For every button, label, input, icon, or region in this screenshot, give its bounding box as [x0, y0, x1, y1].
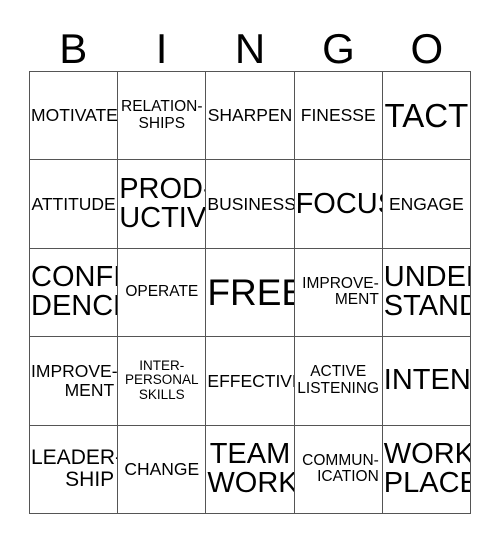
bingo-cell-label: INTENT — [383, 364, 471, 397]
bingo-cell[interactable]: INTER- PERSONAL SKILLS — [118, 337, 207, 426]
bingo-cell-label: IMPROVE- MENT — [302, 274, 379, 309]
bingo-cell[interactable]: PROD- UCTIVE — [118, 160, 207, 249]
bingo-cell-label: TACT — [384, 97, 469, 135]
bingo-cell[interactable]: CONFI- DENCE — [30, 248, 119, 338]
bingo-cell-label: CHANGE — [124, 459, 200, 480]
bingo-cell-label: EFFECTIVE — [207, 370, 295, 391]
bingo-cell[interactable]: SHARPEN — [206, 72, 295, 161]
bingo-card: B I N G O MOTIVATE RELATION- SHIPS SHARP… — [0, 0, 500, 544]
bingo-cell-label: ATTITUDE — [31, 193, 116, 214]
bingo-cell[interactable]: CHANGE — [118, 425, 207, 514]
bingo-cell-label: COMMUN- ICATION — [302, 451, 379, 486]
bingo-cell-label: INTER- PERSONAL SKILLS — [125, 357, 199, 403]
bingo-cell-label: BUSINESS — [207, 193, 295, 214]
bingo-cell[interactable]: ACTIVE LISTENING — [294, 337, 383, 426]
bingo-cell-label: TEAM WORK — [207, 438, 295, 500]
bingo-cell[interactable]: EFFECTIVE — [206, 337, 295, 426]
bingo-cell-label: PROD- UCTIVE — [119, 173, 207, 235]
bingo-cell-label: FOCUS — [295, 187, 382, 220]
header-letter-b: B — [59, 25, 88, 72]
bingo-cell[interactable]: ATTITUDE — [30, 160, 119, 249]
bingo-cell-label: IMPROVE- MENT — [31, 361, 118, 400]
bingo-cell-label: UNDER- STAND — [383, 261, 471, 323]
bingo-cell[interactable]: FOCUS — [294, 160, 383, 249]
bingo-cell[interactable]: UNDER- STAND — [382, 248, 471, 338]
bingo-cell-label: FINESSE — [300, 105, 376, 126]
bingo-cell[interactable]: MOTIVATE — [30, 72, 119, 161]
bingo-cell[interactable]: INTENT — [382, 337, 471, 426]
header-letter-i: I — [155, 25, 168, 72]
bingo-cell[interactable]: BUSINESS — [206, 160, 295, 249]
bingo-cell[interactable]: TEAM WORK — [206, 425, 295, 514]
bingo-cell-label: SHARPEN — [207, 105, 293, 126]
bingo-grid: MOTIVATE RELATION- SHIPS SHARPEN FINESSE… — [29, 71, 471, 514]
bingo-cell-label: OPERATE — [125, 283, 199, 301]
header-letter-g: G — [322, 25, 355, 72]
bingo-cell[interactable]: OPERATE — [118, 248, 207, 338]
bingo-cell-label: FREE — [207, 271, 293, 313]
header-letter-n: N — [234, 25, 266, 72]
bingo-cell-label: MOTIVATE — [31, 105, 118, 126]
bingo-cell-label: ACTIVE LISTENING — [297, 363, 380, 397]
bingo-cell[interactable]: IMPROVE- MENT — [294, 248, 383, 338]
bingo-cell-label: ENGAGE — [388, 193, 464, 214]
bingo-cell[interactable]: LEADER- SHIP — [30, 425, 119, 514]
bingo-cell[interactable]: ENGAGE — [382, 160, 471, 249]
header-letter-o: O — [410, 25, 444, 72]
bingo-cell-label: LEADER- SHIP — [31, 446, 119, 492]
bingo-cell[interactable]: COMMUN- ICATION — [294, 425, 383, 514]
bingo-cell[interactable]: TACT — [382, 72, 471, 161]
bingo-cell[interactable]: FINESSE — [294, 72, 383, 161]
bingo-cell-label: CONFI- DENCE — [31, 261, 117, 323]
bingo-cell[interactable]: WORK- PLACE — [382, 425, 471, 514]
bingo-cell[interactable]: RELATION- SHIPS — [118, 72, 207, 161]
bingo-cell-free[interactable]: FREE — [206, 248, 295, 338]
bingo-cell-label: WORK- PLACE — [383, 438, 471, 500]
bingo-cell-label: RELATION- SHIPS — [121, 97, 203, 132]
bingo-cell[interactable]: IMPROVE- MENT — [30, 337, 119, 426]
bingo-header: B I N G O — [29, 14, 471, 71]
